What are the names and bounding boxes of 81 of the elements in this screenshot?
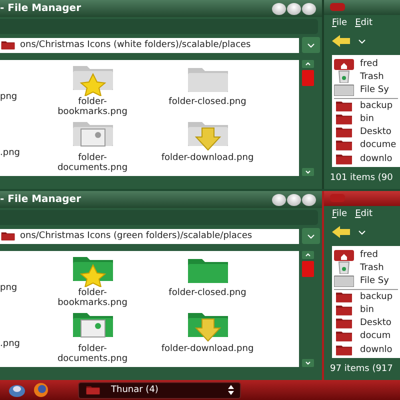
chevron-down-icon xyxy=(307,42,315,48)
status-text: 97 items (917 xyxy=(329,363,394,376)
place-item[interactable]: File Sy xyxy=(334,274,398,288)
folder-item[interactable]: backup xyxy=(334,290,398,304)
folder-item[interactable]: docume xyxy=(334,138,398,152)
chevron-down-icon xyxy=(305,170,311,174)
chevron-down-icon xyxy=(305,361,311,365)
folder-icon xyxy=(334,317,354,330)
menu-item[interactable]: Edit xyxy=(355,208,373,219)
scrollbar-thumb[interactable] xyxy=(302,261,314,277)
window-title: - File Manager xyxy=(0,3,82,14)
close-button[interactable] xyxy=(302,194,316,206)
folder-icon xyxy=(334,113,354,126)
folder-icon xyxy=(0,231,16,241)
dropdown-button[interactable] xyxy=(302,228,320,244)
file-name[interactable]: png xyxy=(0,283,18,293)
folder-icon xyxy=(334,330,354,342)
place-item[interactable]: File Sy xyxy=(334,83,398,97)
file-name[interactable]: folder-documents.png xyxy=(45,153,140,173)
folder-icon xyxy=(334,304,354,316)
folder-icon xyxy=(334,344,354,356)
file-name[interactable]: folder-download.png xyxy=(160,344,255,354)
drive-icon xyxy=(334,274,354,287)
file-name[interactable]: .png xyxy=(0,339,20,349)
path-field[interactable]: ons/Christmas Icons (green folders)/scalable/places xyxy=(0,228,299,244)
status-text: 101 items (90 xyxy=(329,172,394,186)
folder-item[interactable]: downlo xyxy=(334,342,398,356)
path-field[interactable]: ons/Christmas Icons (white folders)/scalable/places xyxy=(0,38,299,52)
menu-item[interactable]: Edit xyxy=(355,18,373,28)
menu-item[interactable]: File xyxy=(332,18,348,28)
minimize-button[interactable] xyxy=(272,194,286,206)
folder-icon xyxy=(334,100,354,112)
chevron-down-icon[interactable] xyxy=(358,38,366,44)
file-name[interactable]: folder-documents.png xyxy=(45,344,140,364)
folder-icon xyxy=(334,139,354,152)
scroll-up-button[interactable] xyxy=(302,60,314,68)
place-item[interactable]: fred xyxy=(334,248,398,262)
chevron-up-icon xyxy=(305,253,311,257)
drive-icon xyxy=(334,84,354,96)
file-name[interactable]: png xyxy=(0,92,18,102)
file-name[interactable]: folder-closed.png xyxy=(160,288,255,298)
close-button[interactable] xyxy=(302,2,316,14)
scrollbar-thumb[interactable] xyxy=(302,70,314,86)
place-item[interactable]: Trash xyxy=(334,70,398,84)
file-name[interactable]: folder-bookmarks.png xyxy=(45,97,140,117)
chevron-down-icon xyxy=(307,234,315,238)
task-button[interactable]: Thunar (4) xyxy=(78,382,241,398)
scroll-down-button[interactable] xyxy=(302,359,314,367)
window-title: - File Manager xyxy=(0,194,82,205)
minimize-button[interactable] xyxy=(272,2,286,14)
folder-item[interactable]: downlo xyxy=(334,152,398,166)
back-arrow-icon[interactable] xyxy=(332,35,350,48)
chevron-up-icon xyxy=(305,62,311,66)
back-arrow-icon[interactable] xyxy=(332,226,350,238)
folder-icon xyxy=(85,385,101,395)
maximize-button[interactable] xyxy=(287,2,301,14)
folder-icon xyxy=(334,126,354,138)
folder-item[interactable]: Deskto xyxy=(334,126,398,139)
bird-icon[interactable] xyxy=(8,382,26,398)
chevron-down-icon[interactable] xyxy=(358,230,366,235)
folder-item[interactable]: Deskto xyxy=(334,316,398,330)
scroll-down-button[interactable] xyxy=(302,168,314,176)
folder-item[interactable]: backup xyxy=(334,99,398,113)
up-down-arrows-icon xyxy=(228,385,234,395)
file-name[interactable]: folder-download.png xyxy=(160,153,255,163)
folder-icon xyxy=(0,40,16,50)
place-item[interactable]: Trash xyxy=(334,261,398,274)
folder-item[interactable]: bin xyxy=(334,304,398,317)
dropdown-button[interactable] xyxy=(302,37,320,53)
scroll-up-button[interactable] xyxy=(302,251,314,259)
file-name[interactable]: .png xyxy=(0,148,20,158)
globe-icon[interactable] xyxy=(32,382,50,398)
maximize-button[interactable] xyxy=(287,194,301,206)
folder-icon xyxy=(334,152,354,165)
place-item[interactable]: fred xyxy=(334,57,398,70)
folder-item[interactable]: docum xyxy=(334,330,398,343)
file-name[interactable]: folder-bookmarks.png xyxy=(45,288,140,308)
folder-icon xyxy=(334,291,354,304)
folder-item[interactable]: bin xyxy=(334,112,398,126)
file-name[interactable]: folder-closed.png xyxy=(160,97,255,107)
menu-item[interactable]: File xyxy=(332,208,348,219)
